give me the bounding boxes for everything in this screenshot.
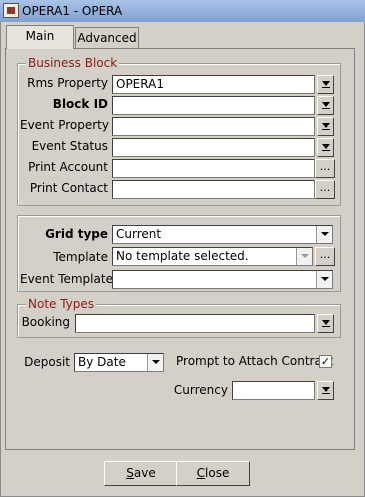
tab-advanced[interactable]: Advanced bbox=[75, 27, 139, 49]
down-arrow-bar-icon bbox=[322, 81, 330, 88]
currency-label: Currency bbox=[173, 383, 228, 397]
grid-type-value: Current bbox=[116, 227, 162, 241]
tab-main-label: Main bbox=[25, 29, 55, 43]
event-property-lov-button[interactable] bbox=[317, 117, 334, 136]
down-arrow-bar-icon bbox=[322, 320, 330, 327]
chevron-down-icon bbox=[152, 360, 160, 364]
print-account-label: Print Account bbox=[28, 160, 108, 174]
app-icon bbox=[3, 3, 19, 18]
deposit-dropdown-button[interactable] bbox=[147, 354, 163, 371]
ellipsis-icon: ... bbox=[319, 181, 331, 194]
chevron-down-icon bbox=[321, 232, 329, 236]
business-block-legend: Business Block bbox=[26, 56, 120, 70]
deposit-select[interactable]: By Date bbox=[74, 353, 164, 372]
prompt-contract-label: Prompt to Attach Contract bbox=[176, 354, 334, 368]
save-button[interactable]: Save bbox=[104, 461, 178, 486]
ellipsis-icon: ... bbox=[319, 160, 331, 173]
note-types-legend: Note Types bbox=[26, 297, 97, 311]
rms-property-lov-button[interactable] bbox=[317, 75, 334, 94]
close-label-rest: lose bbox=[205, 466, 230, 480]
deposit-label: Deposit bbox=[24, 355, 70, 369]
template-label: Template bbox=[53, 250, 108, 264]
prompt-contract-checkbox[interactable]: ✓ bbox=[319, 355, 332, 368]
booking-label: Booking bbox=[21, 315, 70, 329]
currency-field[interactable] bbox=[232, 381, 315, 400]
tab-advanced-label: Advanced bbox=[77, 31, 137, 45]
template-browse-button[interactable]: ... bbox=[315, 247, 335, 266]
close-button[interactable]: Close bbox=[176, 461, 250, 486]
down-arrow-bar-icon bbox=[322, 102, 330, 109]
window-title: OPERA1 - OPERA bbox=[22, 4, 123, 18]
block-id-field[interactable] bbox=[112, 96, 315, 115]
down-arrow-bar-icon bbox=[322, 123, 330, 130]
currency-lov-button[interactable] bbox=[317, 381, 334, 400]
deposit-value: By Date bbox=[78, 355, 126, 369]
template-value: No template selected. bbox=[116, 249, 249, 263]
print-contact-label: Print Contact bbox=[29, 181, 108, 195]
event-status-label: Event Status bbox=[31, 139, 108, 153]
grid-type-label: Grid type bbox=[45, 227, 108, 241]
ellipsis-icon: ... bbox=[319, 248, 331, 261]
print-contact-browse-button[interactable]: ... bbox=[315, 180, 335, 199]
block-id-lov-button[interactable] bbox=[317, 96, 334, 115]
print-contact-field[interactable] bbox=[112, 180, 315, 199]
chevron-down-icon bbox=[321, 277, 329, 281]
down-arrow-bar-icon bbox=[322, 387, 330, 394]
print-account-field[interactable] bbox=[112, 159, 315, 178]
print-account-browse-button[interactable]: ... bbox=[315, 159, 335, 178]
checkmark-icon: ✓ bbox=[320, 355, 331, 368]
event-template-label: Event Template bbox=[20, 272, 113, 286]
event-template-select[interactable] bbox=[112, 270, 333, 289]
rms-property-label: Rms Property bbox=[27, 76, 108, 90]
chevron-down-icon bbox=[301, 254, 309, 258]
template-dropdown-button[interactable] bbox=[296, 248, 312, 265]
window-titlebar: OPERA1 - OPERA bbox=[0, 0, 365, 22]
save-label-rest: ave bbox=[133, 466, 156, 480]
close-mnemonic: C bbox=[196, 466, 206, 480]
template-select[interactable]: No template selected. bbox=[112, 247, 313, 266]
event-property-label: Event Property bbox=[20, 118, 109, 132]
event-status-field[interactable] bbox=[112, 138, 315, 157]
event-template-dropdown-button[interactable] bbox=[316, 271, 332, 288]
grid-type-select[interactable]: Current bbox=[112, 225, 333, 244]
block-id-label: Block ID bbox=[52, 97, 108, 111]
tab-main[interactable]: Main bbox=[6, 25, 74, 49]
event-property-field[interactable] bbox=[112, 117, 315, 136]
booking-field[interactable] bbox=[75, 314, 315, 333]
down-arrow-bar-icon bbox=[322, 144, 330, 151]
grid-type-dropdown-button[interactable] bbox=[316, 226, 332, 243]
booking-lov-button[interactable] bbox=[317, 314, 334, 333]
rms-property-field[interactable]: OPERA1 bbox=[112, 75, 315, 94]
event-status-lov-button[interactable] bbox=[317, 138, 334, 157]
save-mnemonic: S bbox=[126, 466, 134, 480]
